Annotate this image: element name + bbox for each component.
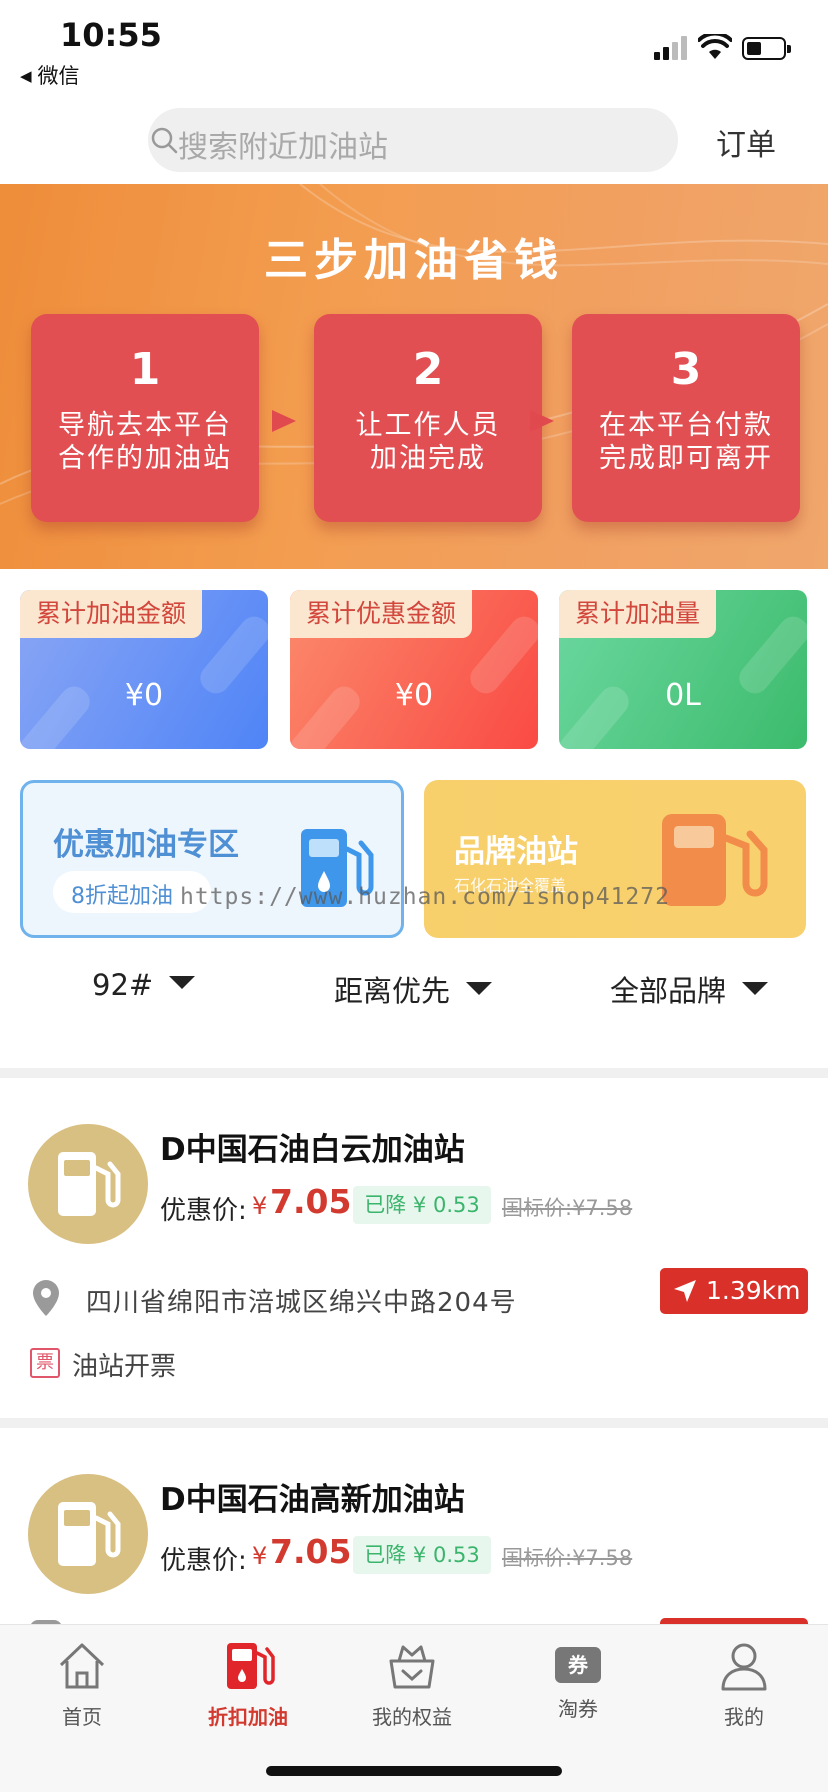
step-number: 3 [670, 344, 702, 395]
step-card-1: 1 导航去本平台 合作的加油站 [31, 314, 259, 522]
caret-down-icon [466, 982, 493, 995]
back-triangle-icon: ◀ [20, 67, 32, 85]
distance-text: 1.39km [706, 1276, 801, 1305]
step-text: 导航去本平台 合作的加油站 [58, 410, 232, 474]
tab-coupons[interactable]: 券 淘券 [518, 1639, 638, 1722]
search-placeholder: 搜索附近加油站 [178, 130, 388, 165]
station-card[interactable]: D中国石油高新加油站 优惠价: ¥ 7.05 已降 ¥ 0.53 国标价:¥7.… [0, 1428, 828, 1624]
step-card-3: 3 在本平台付款 完成即可离开 [572, 314, 800, 522]
wifi-icon [698, 34, 732, 59]
stat-label: 累计优惠金额 [290, 590, 473, 638]
discount-price: 7.05 [270, 1182, 352, 1221]
discount-price-label: 优惠价: [160, 1546, 247, 1576]
invoice-icon: 票 [30, 1348, 60, 1378]
orders-button[interactable]: 订单 [716, 120, 776, 164]
stat-card-total-volume[interactable]: 累计加油量 0L [559, 590, 807, 749]
standard-price: 国标价:¥7.58 [502, 1196, 633, 1220]
section-divider [0, 1068, 828, 1078]
fuel-type-filter[interactable]: 92# [92, 968, 196, 1002]
tab-label: 淘券 [558, 1697, 598, 1721]
cellular-signal-icon [654, 36, 690, 60]
price-drop-badge: 已降 ¥ 0.53 [353, 1186, 491, 1224]
station-avatar [28, 1474, 148, 1594]
banner-title: 三步加油省钱 [264, 235, 564, 286]
stat-value: ¥0 [394, 678, 434, 713]
standard-price: 国标价:¥7.58 [502, 1546, 633, 1570]
back-app-label: 微信 [37, 64, 80, 88]
gas-pump-icon [662, 814, 768, 906]
location-pin-icon [33, 1280, 59, 1316]
back-to-app-link[interactable]: ◀ 微信 [20, 60, 80, 90]
caret-down-icon [169, 976, 196, 989]
step-card-2: 2 让工作人员 加油完成 [314, 314, 542, 522]
discount-zone-title: 优惠加油专区 [53, 827, 239, 863]
step-arrow-icon [530, 410, 554, 432]
station-address: 四川省绵阳市涪城区绵兴中路204号 [86, 1288, 517, 1318]
step-number: 2 [412, 344, 444, 395]
brand-station-title: 品牌油站 [454, 834, 578, 870]
fuel-pump-icon [227, 1643, 275, 1689]
crown-box-icon [389, 1645, 435, 1689]
caret-down-icon [742, 982, 769, 995]
stat-label: 累计加油金额 [20, 590, 203, 638]
tab-label: 我的权益 [372, 1705, 452, 1729]
stat-value: ¥0 [124, 678, 164, 713]
step-text: 在本平台付款 完成即可离开 [599, 410, 773, 474]
station-card[interactable]: D中国石油白云加油站 优惠价: ¥ 7.05 已降 ¥ 0.53 国标价:¥7.… [0, 1078, 828, 1418]
status-bar: 10:55 ◀ 微信 [0, 0, 828, 96]
tab-home[interactable]: 首页 [22, 1639, 142, 1730]
discount-price: 7.05 [270, 1532, 352, 1571]
stat-label: 累计加油量 [559, 590, 717, 638]
invoice-text: 油站开票 [72, 1352, 177, 1382]
status-time: 10:55 [60, 16, 162, 54]
search-icon [151, 127, 178, 154]
brand-label: 全部品牌 [610, 974, 727, 1008]
user-icon [721, 1643, 767, 1691]
discount-price-label: 优惠价: [160, 1196, 247, 1226]
filter-row: 92# 距离优先 全部品牌 [0, 968, 828, 1018]
sort-filter[interactable]: 距离优先 [334, 968, 493, 1010]
stat-card-total-amount[interactable]: 累计加油金额 ¥0 [20, 590, 268, 749]
station-avatar [28, 1124, 148, 1244]
tab-discount-fuel[interactable]: 折扣加油 [188, 1639, 308, 1730]
stat-card-total-discount[interactable]: 累计优惠金额 ¥0 [290, 590, 538, 749]
price-drop-badge: 已降 ¥ 0.53 [353, 1536, 491, 1574]
home-indicator [266, 1766, 562, 1776]
battery-icon [742, 37, 791, 60]
tab-label: 折扣加油 [208, 1705, 288, 1729]
navigation-arrow-icon [674, 1280, 696, 1302]
tab-my-benefits[interactable]: 我的权益 [352, 1639, 472, 1730]
tab-label: 首页 [62, 1705, 102, 1729]
tab-profile[interactable]: 我的 [684, 1639, 804, 1730]
station-name: D中国石油高新加油站 [160, 1482, 465, 1518]
brand-filter[interactable]: 全部品牌 [610, 968, 769, 1010]
navigate-distance-button[interactable]: 1.39km [660, 1268, 808, 1314]
sort-label: 距离优先 [334, 974, 451, 1008]
fuel-type-label: 92# [92, 968, 154, 1002]
fuel-pump-icon [58, 1502, 121, 1566]
three-steps-banner[interactable]: 三步加油省钱 1 导航去本平台 合作的加油站 2 让工作人员 加油完成 3 在本平台… [0, 184, 828, 569]
stat-value: 0L [665, 678, 701, 713]
station-name: D中国石油白云加油站 [160, 1132, 465, 1168]
brand-station-card[interactable]: 品牌油站 石化石油全覆盖 [424, 780, 806, 938]
step-text: 让工作人员 加油完成 [355, 410, 501, 474]
discount-zone-card[interactable]: 优惠加油专区 8折起加油 [20, 780, 404, 938]
coupon-icon: 券 [555, 1647, 601, 1683]
tab-label: 我的 [724, 1705, 764, 1729]
discount-zone-subtitle: 8折起加油 [71, 884, 173, 909]
step-number: 1 [129, 344, 161, 395]
price-currency: ¥ [252, 1542, 268, 1570]
section-divider [0, 1418, 828, 1428]
search-bar[interactable]: 搜索附近加油站 [148, 108, 678, 172]
step-arrow-icon [272, 410, 296, 432]
fuel-pump-icon [58, 1152, 121, 1216]
price-currency: ¥ [252, 1192, 268, 1220]
home-icon [59, 1643, 105, 1689]
watermark-text: https://www.huzhan.com/ishop41272 [180, 884, 670, 910]
